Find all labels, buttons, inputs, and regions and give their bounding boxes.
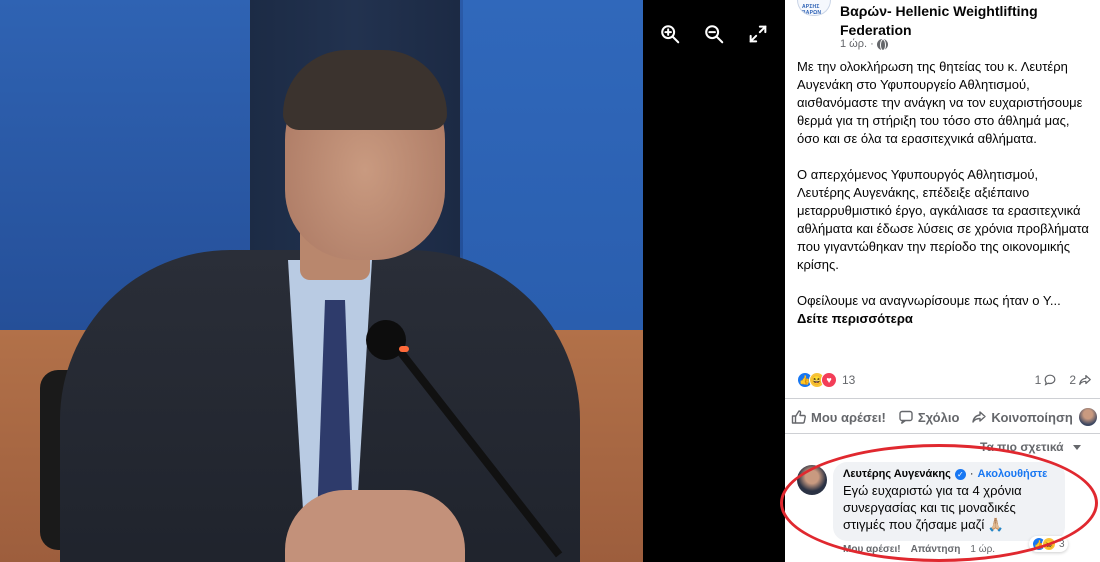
zoom-out-button[interactable]: [702, 22, 726, 46]
comment-bubble-icon: [1044, 374, 1056, 386]
share-arrow-icon: [1079, 375, 1091, 385]
comment-time[interactable]: 1 ώρ.: [970, 544, 995, 555]
see-more-link[interactable]: Δείτε περισσότερα: [797, 310, 1092, 328]
comment-reactions[interactable]: 👍 😆 3: [1029, 536, 1068, 552]
page-name-link[interactable]: Βαρών- Hellenic Weightlifting Federation: [840, 2, 1090, 40]
zoom-out-icon: [705, 25, 724, 44]
globe-icon: [876, 38, 888, 51]
comment-actions: Μου αρέσει! Απάντηση 1 ώρ.: [843, 544, 995, 555]
sort-label: Τα πιο σχετικά: [980, 440, 1064, 454]
follow-button[interactable]: Ακολουθήστε: [978, 468, 1048, 480]
photo-viewer: [0, 0, 785, 562]
commenter-name[interactable]: Λευτέρης Αυγενάκης: [843, 468, 951, 480]
page-logo-text: ΑΡΣΗΣ ΒΑΡΩΝ: [802, 4, 822, 16]
comment-bubble: Λευτέρης Αυγενάκης ✓ · Ακολουθήστε Εγώ ε…: [833, 462, 1065, 541]
like-button[interactable]: Μου αρέσει!: [785, 409, 892, 425]
comments-count[interactable]: 1: [1035, 373, 1058, 387]
haha-reaction-icon: 😆: [1042, 537, 1056, 551]
comment-reply-button[interactable]: Απάντηση: [911, 544, 961, 555]
fullscreen-button[interactable]: [746, 22, 770, 46]
comment-icon: [899, 410, 913, 425]
photo-person-hand: [285, 490, 465, 562]
share-as-avatar[interactable]: [1078, 408, 1097, 426]
share-button[interactable]: Κοινοποίηση: [965, 408, 1100, 426]
verified-badge-icon: ✓: [954, 468, 966, 480]
thumbs-up-icon: [791, 410, 806, 424]
page-name-line1: Βαρών- Hellenic Weightlifting: [840, 3, 1038, 19]
comment-like-button[interactable]: Μου αρέσει!: [843, 544, 901, 555]
reaction-count[interactable]: 13: [842, 373, 855, 387]
post-timestamp[interactable]: 1 ώρ.: [840, 38, 867, 50]
shares-count[interactable]: 2: [1069, 373, 1092, 387]
post-actions: Μου αρέσει! Σχόλιο Κοινοποίηση: [785, 404, 1100, 430]
engagement-counts: 1 2: [1035, 373, 1092, 387]
reaction-icons[interactable]: 👍 😆 ♥: [797, 372, 837, 388]
post-paragraph-1: Με την ολοκλήρωση της θητείας του κ. Λευ…: [797, 59, 1083, 146]
comment-text: Εγώ ευχαριστώ για τα 4 χρόνια συνεργασία…: [843, 483, 1022, 532]
chevron-down-icon: [1072, 444, 1081, 450]
post-paragraph-3: Οφείλουμε να αναγνωρίσουμε πως ήταν ο Υ.…: [797, 293, 1061, 308]
post-panel: ΑΡΣΗΣ ΒΑΡΩΝ Βαρών- Hellenic Weightliftin…: [785, 0, 1100, 562]
post-meta: 1 ώρ. ·: [840, 38, 888, 51]
photo-microphone-light: [399, 346, 409, 352]
viewer-controls: [658, 22, 770, 46]
photo-microphone: [366, 320, 406, 360]
share-icon: [972, 411, 987, 423]
love-reaction-icon: ♥: [821, 372, 837, 388]
divider: [785, 398, 1100, 399]
zoom-in-button[interactable]: [658, 22, 682, 46]
divider: [785, 433, 1100, 434]
fullscreen-icon: [749, 25, 767, 43]
reactions-bar: 👍 😆 ♥ 13 1 2: [797, 370, 1092, 390]
comment-sort-dropdown[interactable]: Τα πιο σχετικά: [980, 440, 1081, 454]
comment-reaction-count: 3: [1059, 538, 1065, 550]
page-logo[interactable]: ΑΡΣΗΣ ΒΑΡΩΝ: [797, 0, 831, 16]
zoom-in-icon: [661, 25, 680, 44]
post-paragraph-2: Ο απερχόμενος Υφυπουργός Αθλητισμού, Λευ…: [797, 167, 1089, 272]
comment-header: Λευτέρης Αυγενάκης ✓ · Ακολουθήστε: [843, 468, 1048, 480]
comment-button[interactable]: Σχόλιο: [892, 409, 966, 425]
post-body: Με την ολοκλήρωση της θητείας του κ. Λευ…: [797, 58, 1092, 328]
commenter-avatar[interactable]: [797, 465, 827, 495]
post-photo[interactable]: [0, 0, 643, 562]
